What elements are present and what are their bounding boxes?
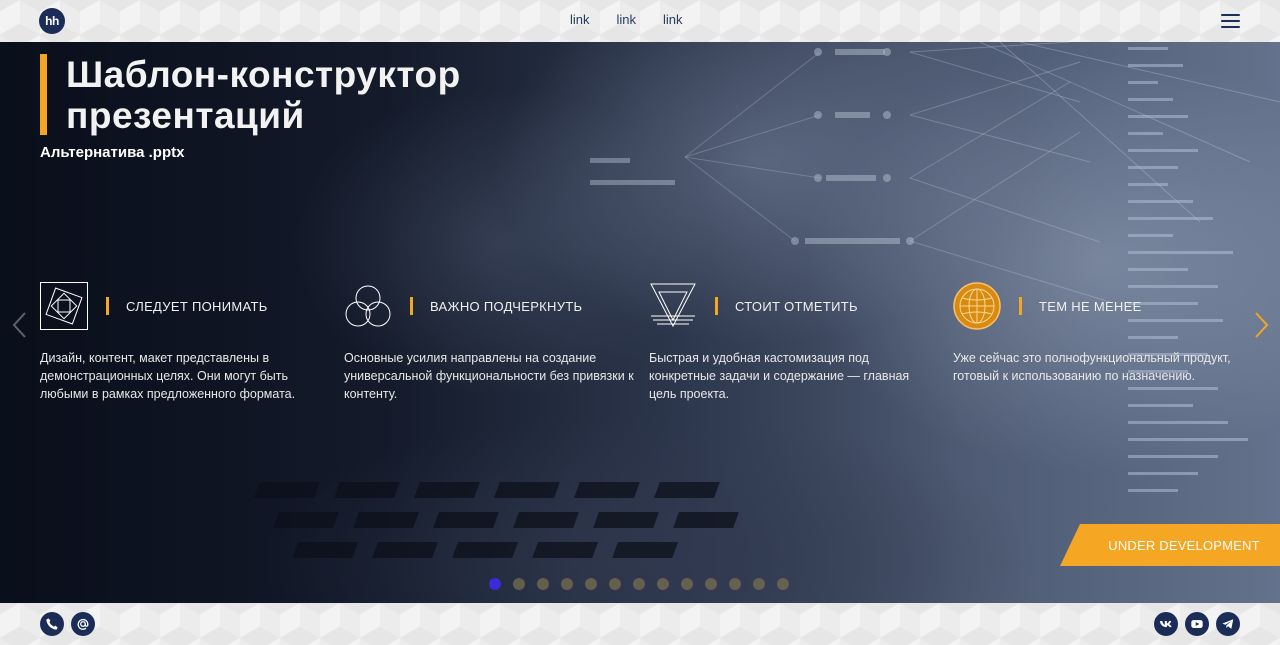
slide-dot[interactable]	[513, 578, 525, 590]
title-line-1: Шаблон-конструктор	[66, 54, 461, 95]
title-line-2: презентаций	[66, 95, 305, 136]
feature-text: Основные усилия направлены на создание у…	[344, 351, 634, 401]
slide-dot[interactable]	[657, 578, 669, 590]
slide-dot[interactable]	[681, 578, 693, 590]
nav-link-3[interactable]: link	[663, 12, 683, 27]
slide-dot[interactable]	[705, 578, 717, 590]
feature-heading: ВАЖНО ПОДЧЕРКНУТЬ	[430, 299, 583, 314]
globe-icon	[953, 282, 1001, 330]
vk-icon[interactable]	[1154, 612, 1178, 636]
slide-dot[interactable]	[537, 578, 549, 590]
page-subtitle: Альтернатива .pptx	[40, 144, 185, 161]
slide-dot[interactable]	[585, 578, 597, 590]
nav-link-1[interactable]: link	[570, 12, 590, 27]
nested-squares-icon	[40, 282, 88, 330]
youtube-icon[interactable]	[1185, 612, 1209, 636]
feature-text: Уже сейчас это полнофункциональный проду…	[953, 351, 1231, 383]
status-badge: UNDER DEVELOPMENT	[1060, 524, 1280, 566]
slide-dot[interactable]	[609, 578, 621, 590]
next-slide-arrow-icon[interactable]	[1251, 310, 1271, 340]
slide-dot[interactable]	[561, 578, 573, 590]
main-nav: link link link	[570, 12, 683, 27]
feature-text: Быстрая и удобная кастомизация под конкр…	[649, 351, 910, 401]
nav-link-2[interactable]: link	[617, 12, 637, 27]
slide-dot[interactable]	[753, 578, 765, 590]
feature-divider	[715, 297, 718, 315]
telegram-icon[interactable]	[1216, 612, 1240, 636]
three-circles-icon	[345, 285, 391, 327]
feature-heading: СЛЕДУЕТ ПОНИМАТЬ	[126, 299, 268, 314]
bottom-bar	[0, 603, 1280, 645]
slide-dot[interactable]	[489, 578, 501, 590]
logo[interactable]: hh	[39, 8, 65, 34]
feature-heading: ТЕМ НЕ МЕНЕЕ	[1039, 299, 1142, 314]
hamburger-icon[interactable]	[1221, 14, 1240, 28]
feature-divider	[410, 297, 413, 315]
prev-slide-arrow-icon[interactable]	[10, 310, 30, 340]
title-accent-bar	[40, 54, 47, 135]
top-bar: hh link link link	[0, 0, 1280, 42]
slide-dot[interactable]	[633, 578, 645, 590]
feature-divider	[106, 297, 109, 315]
page-title: Шаблон-конструктор презентаций	[66, 54, 666, 136]
slide-pagination	[489, 578, 789, 590]
feature-heading: СТОИТ ОТМЕТИТЬ	[735, 299, 858, 314]
hero-section: Шаблон-конструктор презентаций Альтернат…	[0, 42, 1280, 603]
phone-icon[interactable]	[40, 612, 64, 636]
triangles-icon	[650, 283, 696, 328]
feature-text: Дизайн, контент, макет представлены в де…	[40, 351, 296, 401]
email-icon[interactable]	[71, 612, 95, 636]
slide-dot[interactable]	[729, 578, 741, 590]
slide-dot[interactable]	[777, 578, 789, 590]
feature-divider	[1019, 297, 1022, 315]
